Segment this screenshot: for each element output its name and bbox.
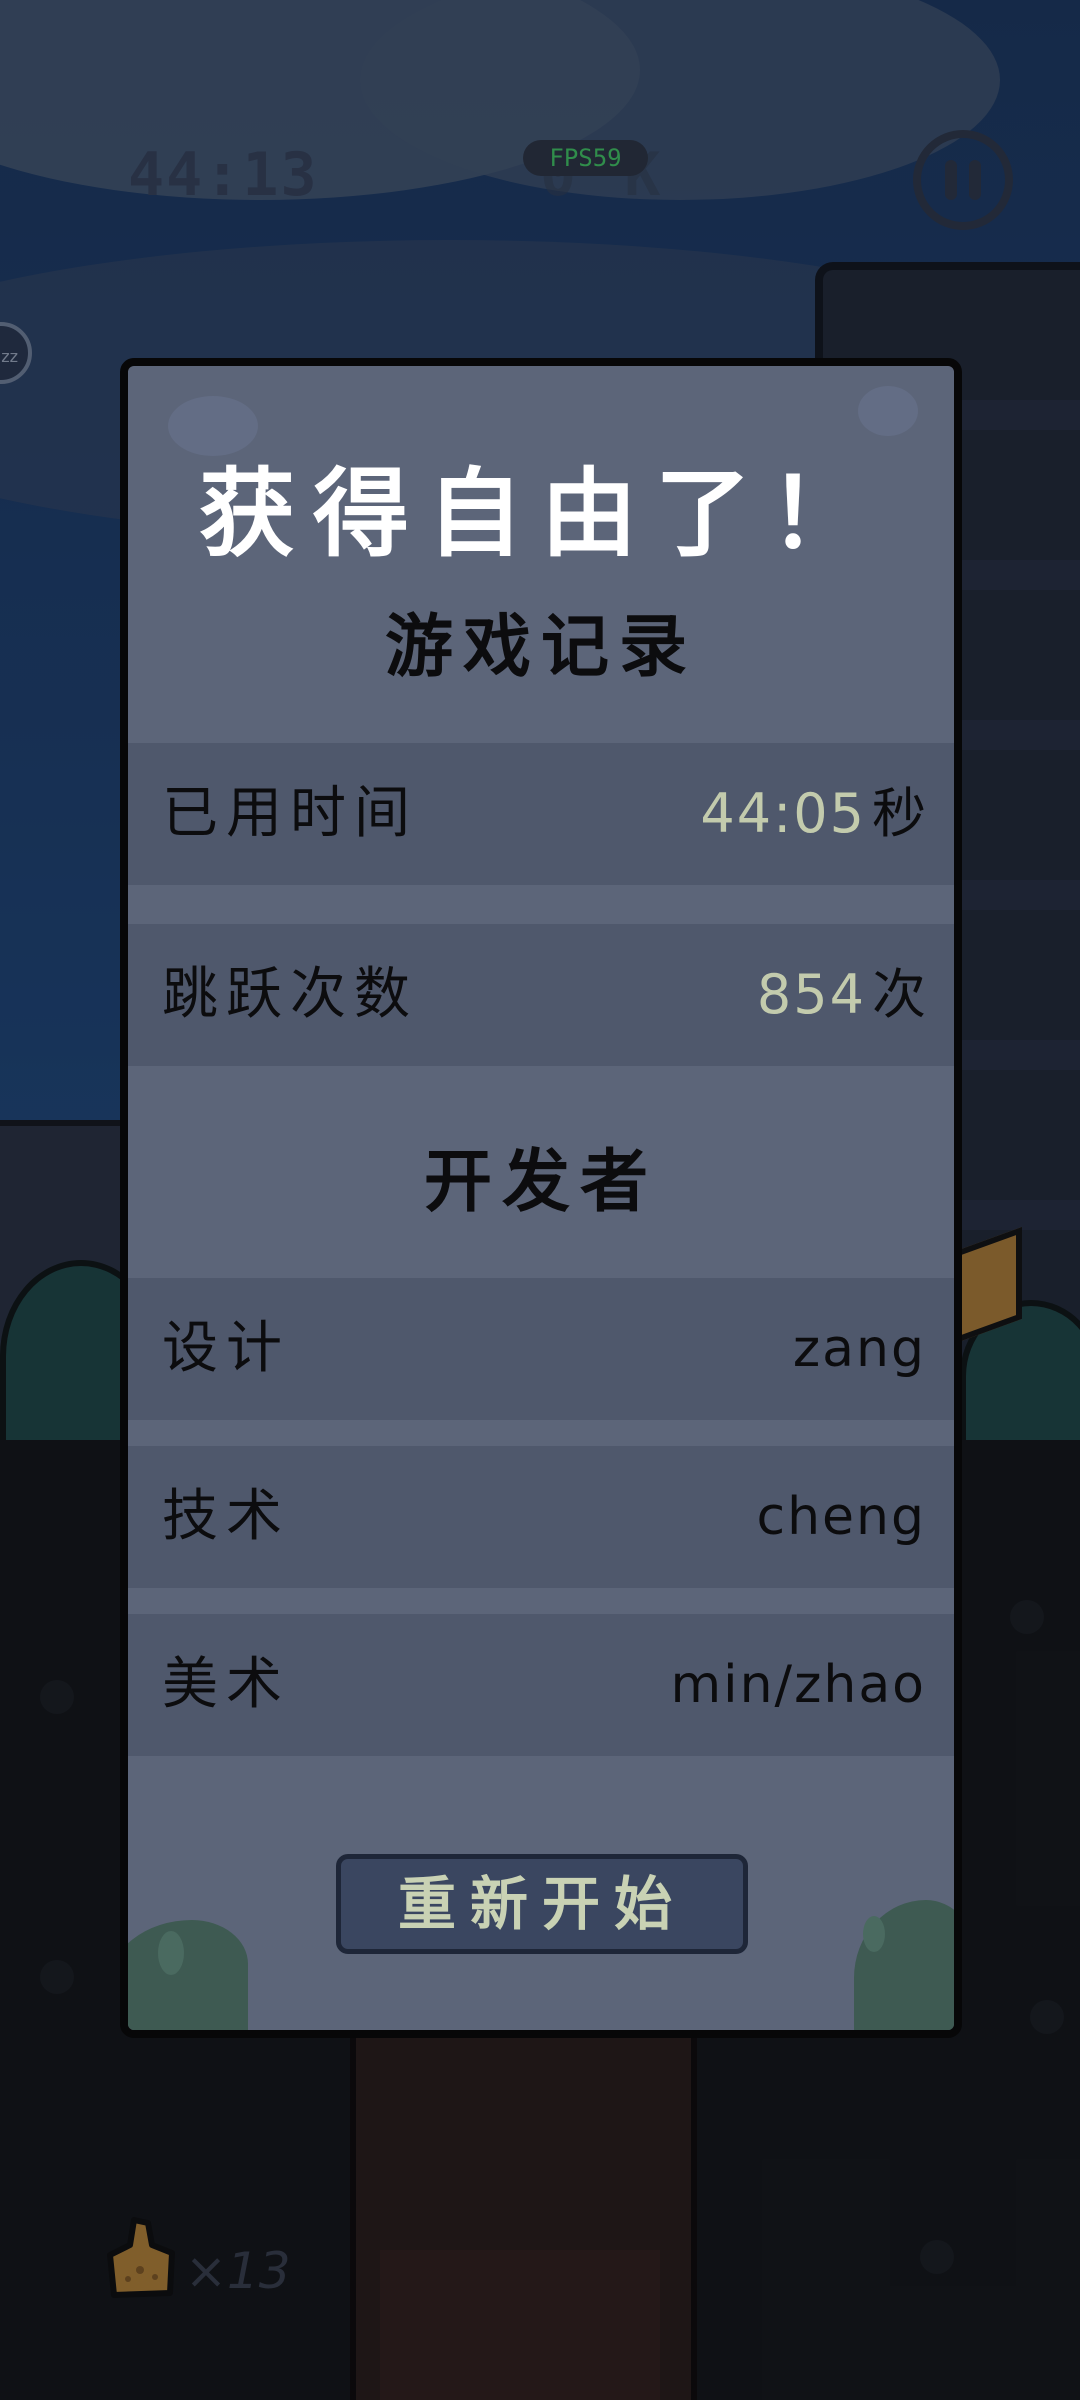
dialog-smudge xyxy=(858,386,918,436)
dev-row-tech: 技术 cheng xyxy=(128,1446,954,1588)
dev-role: 美术 xyxy=(162,1652,290,1717)
stat-value: 44:05 秒 xyxy=(700,743,926,885)
record-header: 游戏记录 xyxy=(384,608,697,687)
dev-role: 技术 xyxy=(162,1484,290,1549)
leaf-decoration xyxy=(158,1931,184,1975)
dev-name: min/zhao xyxy=(670,1655,926,1715)
dialog-title: 获得自由了！ xyxy=(199,458,883,570)
stat-label: 跳跃次数 xyxy=(162,962,418,1027)
stat-number: 854 xyxy=(756,963,866,1026)
stat-number: 44:05 xyxy=(700,782,866,845)
developer-header: 开发者 xyxy=(423,1143,658,1222)
victory-dialog: 获得自由了！ 游戏记录 已用时间 44:05 秒 跳跃次数 854 次 开发者 设计… xyxy=(120,358,962,2038)
stat-unit: 次 xyxy=(872,963,926,1026)
stat-value: 854 次 xyxy=(757,924,926,1066)
leaf-decoration xyxy=(863,1916,885,1952)
dev-row-art: 美术 min/zhao xyxy=(128,1614,954,1756)
dev-row-design: 设计 zang xyxy=(128,1278,954,1420)
game-screen: 44:13 0 K FPS59 zz ×13 获得自由了！ 游戏记录 已用时间 … xyxy=(0,0,1080,2400)
dev-role: 设计 xyxy=(162,1316,290,1381)
stat-unit: 秒 xyxy=(872,782,926,845)
stat-row-time: 已用时间 44:05 秒 xyxy=(128,743,954,885)
restart-button[interactable]: 重新开始 xyxy=(336,1854,748,1954)
dev-name: cheng xyxy=(756,1487,926,1547)
stat-row-jumps: 跳跃次数 854 次 xyxy=(128,924,954,1066)
grass-decoration xyxy=(128,1920,248,2030)
dev-name: zang xyxy=(792,1319,926,1379)
stat-label: 已用时间 xyxy=(162,781,418,846)
